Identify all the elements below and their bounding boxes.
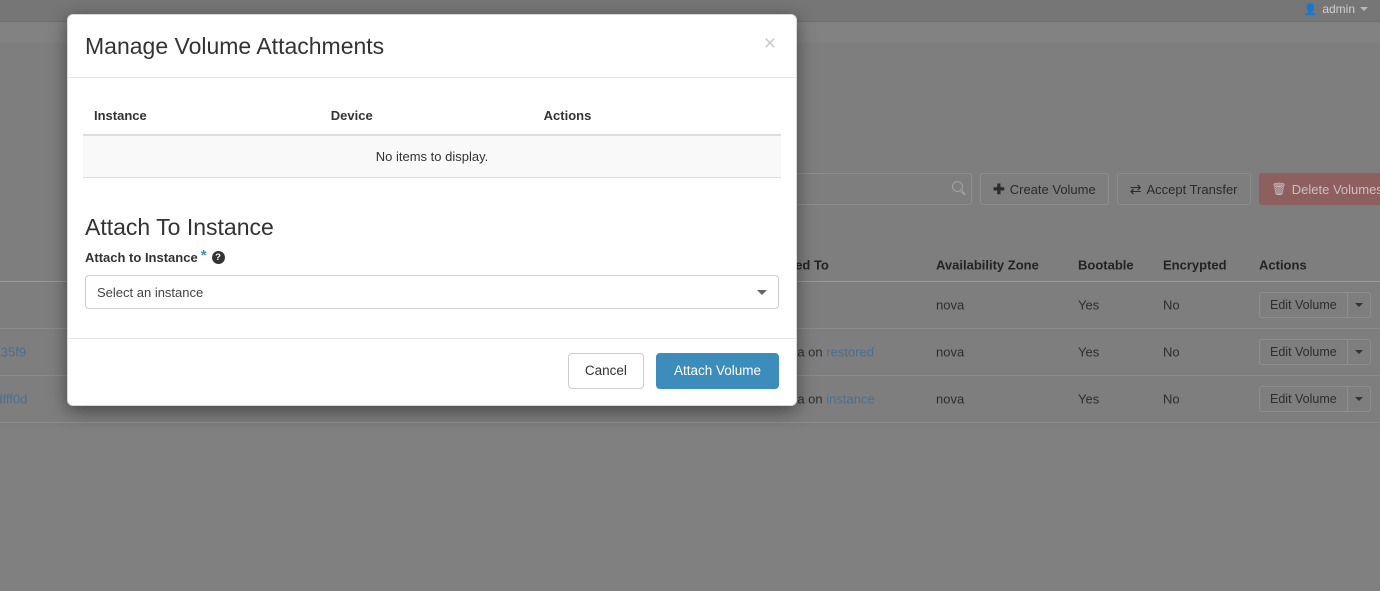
transfer-icon: ⇄ [1129, 180, 1142, 197]
availability-zone-cell: nova [936, 344, 965, 360]
required-marker: * [200, 247, 207, 265]
username-label: admin [1322, 2, 1355, 16]
encrypted-cell: No [1163, 344, 1180, 360]
search-input[interactable] [790, 173, 972, 205]
row-actions-cell: Edit Volume [1259, 339, 1371, 365]
column-header-bootable: Bootable [1078, 257, 1134, 272]
column-header-encrypted: Encrypted [1163, 257, 1227, 272]
encrypted-cell: No [1163, 297, 1180, 313]
bootable-cell: Yes [1078, 297, 1100, 313]
column-header-instance: Instance [83, 107, 331, 136]
chevron-down-icon [1360, 7, 1368, 11]
attachments-empty-row: No items to display. [83, 134, 781, 178]
modal-title: Manage Volume Attachments [85, 33, 385, 59]
attach-to-instance-form-group: Attach to Instance * ? Select an instanc… [83, 241, 781, 310]
availability-zone-cell: nova [936, 391, 965, 407]
field-label-text: Attach to Instance [85, 250, 198, 266]
volume-id-link[interactable]: -c115a35f9 [0, 345, 26, 360]
instance-select[interactable]: Select an instance [85, 275, 779, 310]
row-actions-cell: Edit Volume [1259, 386, 1371, 412]
help-icon[interactable]: ? [211, 251, 225, 265]
attachments-table: Instance Device Actions No items to disp… [83, 107, 781, 178]
edit-volume-button[interactable]: Edit Volume [1259, 386, 1347, 412]
edit-volume-button[interactable]: Edit Volume [1259, 292, 1347, 318]
delete-volumes-label: Delete Volumes [1291, 181, 1380, 197]
attach-to-instance-heading: Attach To Instance [85, 213, 274, 240]
row-actions-dropdown-toggle[interactable] [1346, 386, 1371, 412]
row-actions-cell: Edit Volume [1259, 292, 1371, 318]
accept-transfer-label: Accept Transfer [1146, 181, 1238, 197]
create-volume-label: Create Volume [1009, 181, 1096, 197]
modal-footer: Cancel Attach Volume [68, 338, 796, 405]
row-actions-dropdown-toggle[interactable] [1346, 339, 1371, 365]
user-icon: 👤 [1303, 3, 1318, 16]
modal-body: Instance Device Actions No items to disp… [68, 78, 796, 310]
column-header-availability-zone: Availability Zone [936, 257, 1039, 272]
volumes-toolbar: ✚ Create Volume ⇄ Accept Transfer 🗑 Dele… [790, 173, 1380, 205]
attached-instance-link[interactable]: restored [826, 345, 874, 360]
row-actions-dropdown-toggle[interactable] [1346, 292, 1371, 318]
search-icon [952, 181, 963, 192]
instance-select-value: Select an instance [97, 284, 204, 300]
close-icon[interactable]: × [760, 31, 780, 56]
bootable-cell: Yes [1078, 391, 1100, 407]
column-header-device: Device [330, 107, 544, 136]
create-volume-button[interactable]: ✚ Create Volume [980, 173, 1109, 205]
accept-transfer-button[interactable]: ⇄ Accept Transfer [1116, 173, 1251, 205]
column-header-actions: Actions [543, 107, 781, 136]
user-menu[interactable]: 👤 admin [1304, 2, 1368, 16]
bootable-cell: Yes [1078, 344, 1100, 360]
edit-volume-button-group: Edit Volume [1259, 339, 1371, 365]
edit-volume-button-group: Edit Volume [1259, 292, 1371, 318]
chevron-down-icon [1354, 303, 1363, 307]
attach-to-instance-label: Attach to Instance * ? [85, 247, 779, 266]
column-header-actions: Actions [1259, 257, 1307, 272]
empty-state-message: No items to display. [83, 134, 781, 178]
chevron-down-icon [1354, 397, 1363, 401]
attached-instance-link[interactable]: instance [826, 392, 874, 407]
edit-volume-button[interactable]: Edit Volume [1259, 339, 1347, 365]
caret-down-icon [757, 290, 767, 296]
modal-header: Manage Volume Attachments × [68, 15, 796, 78]
volume-id-link[interactable]: -4b5adfff0d [0, 392, 27, 407]
attach-volume-button[interactable]: Attach Volume [655, 353, 779, 389]
delete-volumes-button[interactable]: 🗑 Delete Volumes [1258, 173, 1380, 205]
attachments-table-header-row: Instance Device Actions [83, 107, 781, 136]
chevron-down-icon [1354, 350, 1363, 354]
cancel-button[interactable]: Cancel [567, 353, 644, 389]
trash-icon: 🗑 [1271, 182, 1287, 196]
manage-volume-attachments-modal: Manage Volume Attachments × Instance Dev… [67, 14, 797, 406]
encrypted-cell: No [1163, 391, 1180, 407]
availability-zone-cell: nova [936, 297, 965, 313]
plus-icon: ✚ [993, 180, 1005, 197]
edit-volume-button-group: Edit Volume [1259, 386, 1371, 412]
